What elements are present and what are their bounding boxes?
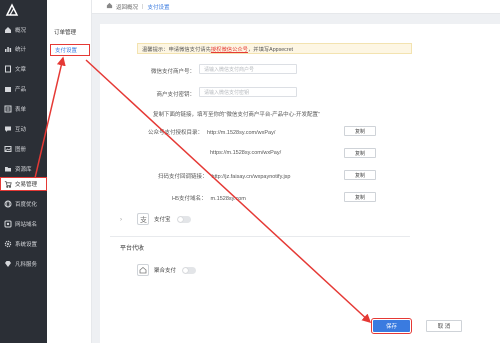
payment-row-alipay: 支 支付宝 bbox=[137, 213, 191, 225]
app-window: 概况 统计 文章 产品 表单 互动 图册 资源库 交易管理 百度优化 网站域名 … bbox=[0, 0, 500, 343]
breadcrumb: 返回概况 | 支付设置 bbox=[92, 0, 500, 14]
box-icon bbox=[4, 85, 12, 93]
nav-label: 系统设置 bbox=[15, 242, 38, 248]
merchant-key-input[interactable]: 请输入微信支付密钥 bbox=[199, 87, 297, 97]
sub-nav: 订单管理 支付设置 bbox=[47, 0, 92, 343]
alipay-icon: 支 bbox=[137, 213, 149, 225]
diamond-icon bbox=[4, 260, 12, 268]
nav-item-stats[interactable]: 统计 bbox=[0, 42, 47, 56]
url-label: H5支付域名： bbox=[172, 196, 207, 202]
url-label: 扫码支付回调链接： bbox=[158, 174, 208, 180]
nav-item-albums[interactable]: 图册 bbox=[0, 142, 47, 156]
authorize-wechat-link[interactable]: 授权微信公众号 bbox=[211, 45, 248, 53]
merchant-key-label: 商户支付密钥： bbox=[156, 92, 195, 98]
nav-item-resources[interactable]: 资源库 bbox=[0, 162, 47, 176]
nav-item-interaction[interactable]: 互动 bbox=[0, 122, 47, 136]
url-label: 公众号支付授权目录： bbox=[148, 130, 204, 136]
breadcrumb-current: 支付设置 bbox=[147, 4, 170, 11]
image-icon bbox=[4, 145, 12, 153]
notice-suffix: ，并填写Appsecret bbox=[247, 46, 294, 53]
home-icon bbox=[4, 26, 12, 34]
notice-banner: 温馨提示：申请微信支付请先 授权微信公众号 ，并填写Appsecret bbox=[137, 43, 412, 54]
section-title: 平台代收 bbox=[120, 246, 145, 252]
nav-item-overview[interactable]: 概况 bbox=[0, 23, 47, 37]
aggregate-pay-toggle[interactable] bbox=[182, 266, 197, 274]
copy-button[interactable]: 复制 bbox=[344, 126, 376, 136]
url-row-native-callback: 扫码支付回调链接： http://jz.faisay.cn/wxpaynotify… bbox=[158, 172, 290, 180]
nav-item-baidu-seo[interactable]: 百度优化 bbox=[0, 197, 47, 211]
folder-icon bbox=[4, 165, 12, 173]
copy-button[interactable]: 复制 bbox=[344, 170, 376, 180]
url-row-jsapi: 公众号支付授权目录： http://m.1528sy.com/wxPay/ bbox=[148, 128, 275, 136]
gear-icon bbox=[4, 240, 12, 248]
divider bbox=[110, 236, 410, 237]
payment-row-aggregate: 聚合支付 bbox=[137, 264, 197, 276]
subnav-label: 订单管理 bbox=[54, 30, 77, 36]
breadcrumb-separator: | bbox=[142, 3, 144, 10]
nav-item-transactions[interactable]: 交易管理 bbox=[0, 177, 47, 191]
subnav-item-payment-settings[interactable]: 支付设置 bbox=[50, 44, 90, 56]
logo-icon bbox=[5, 3, 19, 16]
cancel-button[interactable]: 取 消 bbox=[426, 320, 462, 332]
merchant-id-input[interactable]: 请输入微信支付商户号 bbox=[199, 64, 297, 74]
globe-icon bbox=[4, 200, 12, 208]
document-icon bbox=[4, 65, 12, 73]
merchant-id-label: 微信支付商户号： bbox=[150, 69, 195, 75]
url-value: https://m.1528sy.com/wxPay/ bbox=[210, 150, 282, 156]
nav-label: 交易管理 bbox=[15, 182, 38, 188]
nav-label: 表单 bbox=[15, 107, 27, 113]
notice-prefix: 温馨提示：申请微信支付请先 bbox=[142, 46, 211, 53]
cart-icon bbox=[4, 180, 12, 188]
url-row-h5-domain: H5支付域名： m.1528sy.com bbox=[172, 194, 246, 202]
nav-item-products[interactable]: 产品 bbox=[0, 82, 47, 96]
payment-label: 聚合支付 bbox=[154, 268, 177, 274]
svg-text:支: 支 bbox=[140, 215, 147, 223]
nav-label: 概况 bbox=[15, 28, 27, 34]
link-icon bbox=[4, 220, 12, 228]
nav-label: 凡科服务 bbox=[15, 262, 38, 268]
logo bbox=[0, 0, 47, 20]
payment-settings-panel: 温馨提示：申请微信支付请先 授权微信公众号 ，并填写Appsecret 微信支付… bbox=[100, 24, 500, 343]
subnav-label: 支付设置 bbox=[55, 48, 78, 54]
form-icon bbox=[4, 105, 12, 113]
main-nav: 概况 统计 文章 产品 表单 互动 图册 资源库 交易管理 百度优化 网站域名 … bbox=[0, 0, 47, 343]
nav-item-settings[interactable]: 系统设置 bbox=[0, 237, 47, 251]
nav-label: 图册 bbox=[15, 147, 27, 153]
aggregate-pay-icon bbox=[137, 264, 149, 276]
nav-label: 统计 bbox=[15, 47, 27, 53]
nav-label: 网站域名 bbox=[15, 222, 38, 228]
home-icon bbox=[106, 2, 113, 11]
url-value: http://m.1528sy.com/wxPay/ bbox=[207, 130, 276, 136]
nav-label: 文章 bbox=[15, 67, 27, 73]
url-value: http://jz.faisay.cn/wxpaynotify.jsp bbox=[211, 174, 291, 180]
bar-chart-icon bbox=[4, 45, 12, 53]
chevron-right-icon[interactable]: › bbox=[120, 217, 122, 223]
copy-tip: 复制下面的链接，填写至你的“微信支付商户平台-产品中心-开发配置” bbox=[153, 112, 320, 118]
save-button[interactable]: 保存 bbox=[371, 318, 412, 334]
comment-icon bbox=[4, 125, 12, 133]
payment-label: 支付宝 bbox=[154, 217, 171, 223]
nav-item-domain[interactable]: 网站域名 bbox=[0, 217, 47, 231]
nav-label: 产品 bbox=[15, 87, 27, 93]
copy-button[interactable]: 复制 bbox=[344, 192, 376, 202]
copy-button[interactable]: 复制 bbox=[344, 148, 376, 158]
nav-label: 百度优化 bbox=[15, 202, 38, 208]
nav-item-articles[interactable]: 文章 bbox=[0, 62, 47, 76]
url-value: m.1528sy.com bbox=[210, 196, 246, 202]
nav-item-forms[interactable]: 表单 bbox=[0, 102, 47, 116]
breadcrumb-back-link[interactable]: 返回概况 bbox=[116, 3, 138, 11]
url-row-jsapi-https: https://m.1528sy.com/wxPay/ bbox=[206, 150, 281, 156]
nav-item-services[interactable]: 凡科服务 bbox=[0, 257, 47, 271]
subnav-item-orders[interactable]: 订单管理 bbox=[50, 26, 90, 38]
alipay-toggle[interactable] bbox=[176, 215, 191, 223]
nav-label: 资源库 bbox=[15, 167, 32, 173]
nav-label: 互动 bbox=[15, 127, 27, 133]
